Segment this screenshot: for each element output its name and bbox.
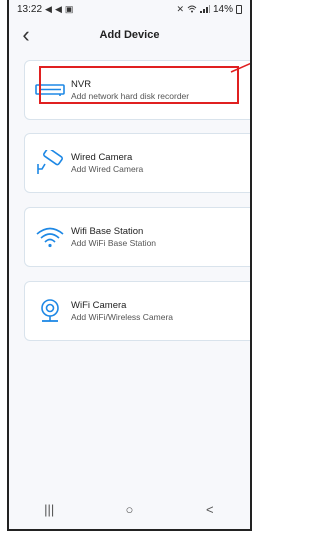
mute-icon: ✕ (176, 3, 184, 14)
status-bar: 13:22 ◀ ◀ ▣ ✕ 14% (9, 0, 250, 18)
nvr-icon (33, 83, 67, 97)
phone-frame: 13:22 ◀ ◀ ▣ ✕ 14% ‹ Add Device NVR Add n… (7, 0, 252, 531)
system-nav-bar: ||| ○ < (9, 489, 250, 529)
status-right: ✕ 14% (176, 4, 242, 15)
send-icon: ◀ (45, 3, 52, 14)
back-button[interactable]: < (190, 502, 230, 517)
back-chevron-icon[interactable]: ‹ (15, 22, 37, 48)
page-title: Add Device (99, 29, 160, 41)
header: ‹ Add Device (9, 22, 250, 48)
wifi-icon (33, 226, 67, 248)
home-button[interactable]: ○ (109, 502, 149, 517)
device-name: NVR (71, 78, 92, 90)
status-left: 13:22 ◀ ◀ ▣ (17, 4, 73, 15)
battery-icon (236, 4, 242, 14)
recent-apps-button[interactable]: ||| (29, 502, 69, 517)
device-card-wired-camera[interactable]: Wired Camera Add Wired Camera (24, 133, 250, 193)
signal-icon (199, 5, 210, 13)
device-desc: Add WiFi/Wireless Camera (71, 311, 174, 322)
device-card-wifi-base-station[interactable]: Wifi Base Station Add WiFi Base Station (24, 207, 250, 267)
wired-camera-icon (33, 150, 67, 176)
device-name: Wired Camera (71, 151, 133, 163)
wifi-icon (187, 5, 197, 13)
device-desc: Add network hard disk recorder (71, 90, 190, 101)
battery-percent: 14% (212, 3, 233, 15)
clock: 13:22 (17, 3, 43, 15)
wifi-camera-icon (33, 298, 67, 324)
device-desc: Add WiFi Base Station (71, 237, 157, 248)
send-icon: ◀ (54, 3, 62, 14)
device-card-wifi-camera[interactable]: WiFi Camera Add WiFi/Wireless Camera (24, 281, 250, 341)
device-card-nvr[interactable]: NVR Add network hard disk recorder (24, 60, 250, 120)
device-name: Wifi Base Station (71, 225, 144, 237)
gallery-icon: ▣ (64, 3, 74, 14)
device-name: WiFi Camera (71, 299, 127, 311)
device-desc: Add Wired Camera (71, 163, 144, 174)
